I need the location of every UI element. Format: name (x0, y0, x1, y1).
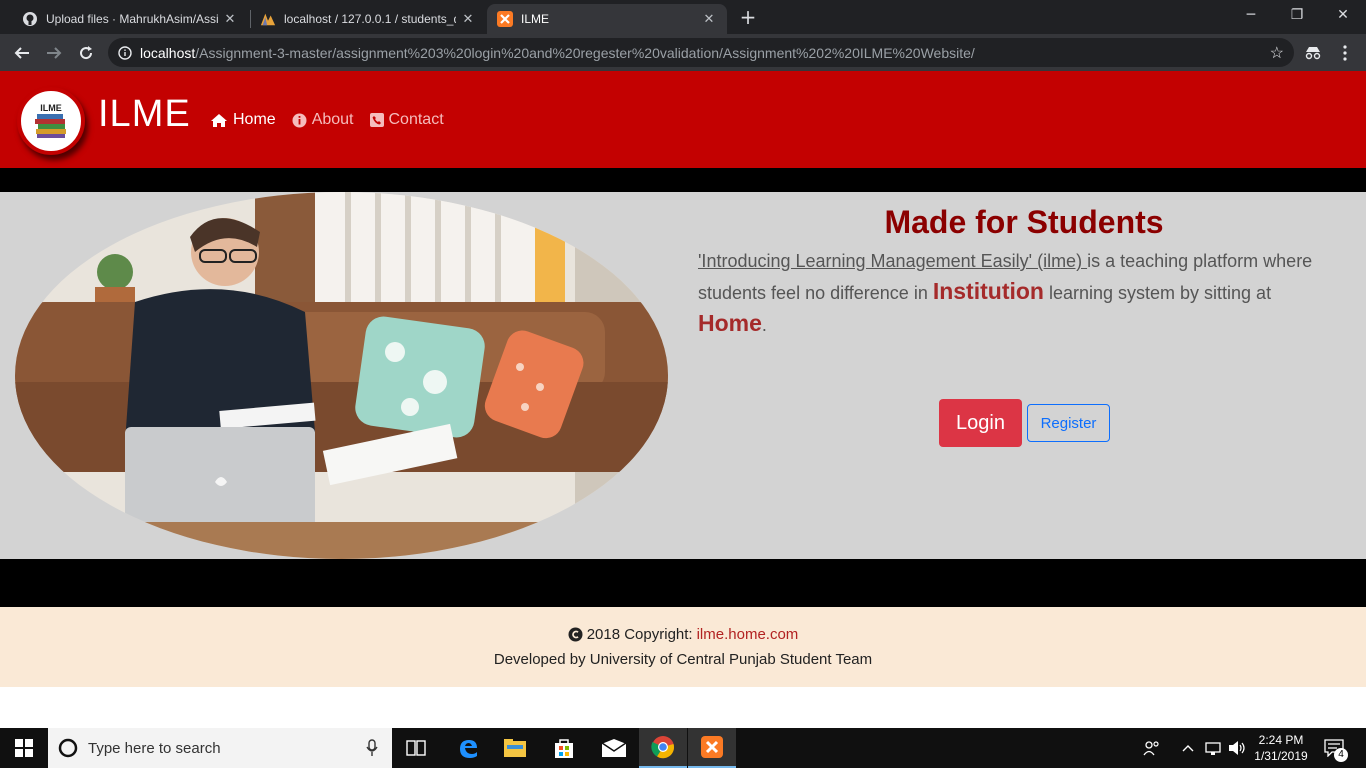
copyright-link[interactable]: ilme.home.com (697, 626, 799, 643)
site-header: ILME ILME Home About Contact (0, 71, 1366, 168)
info-icon[interactable] (118, 45, 132, 60)
menu-dots-icon[interactable] (1331, 39, 1359, 67)
tab-upload-files[interactable]: Upload files · MahrukhAsim/Assig ✕ (12, 4, 248, 34)
bookmark-star-icon[interactable]: ☆ (1270, 43, 1284, 63)
books-icon (35, 114, 66, 138)
xampp-icon (497, 11, 513, 27)
cortana-icon (58, 738, 78, 758)
notification-count: 4 (1334, 748, 1348, 762)
back-button[interactable] (8, 39, 36, 67)
hero-text-part2: learning system by sitting at (1043, 283, 1272, 303)
xampp-taskbar-icon[interactable] (688, 728, 736, 768)
main-nav: Home About Contact (210, 111, 444, 129)
hero-description: 'Introducing Learning Management Easily'… (698, 246, 1338, 340)
reload-button[interactable] (72, 39, 100, 67)
close-tab-icon[interactable]: ✕ (460, 11, 476, 27)
tab-ilme[interactable]: ILME ✕ (487, 4, 727, 34)
clock-date: 1/31/2019 (1254, 749, 1308, 763)
arrow-right-icon (47, 47, 62, 59)
taskbar-search[interactable]: Type here to search (48, 728, 392, 768)
hero-emphasis-institution: Institution (932, 278, 1044, 304)
browser-toolbar: localhost/Assignment-3-master/assignment… (0, 34, 1366, 71)
browser-tabstrip: Upload files · MahrukhAsim/Assig ✕ local… (0, 0, 1366, 34)
hero-emphasis-home: Home (698, 310, 762, 336)
phone-icon (369, 113, 384, 127)
tab-title: ILME (521, 12, 550, 26)
register-button[interactable]: Register (1027, 404, 1110, 442)
url-host: localhost (140, 44, 196, 61)
microphone-icon (366, 739, 378, 756)
copyright-text: 2018 Copyright: (586, 626, 693, 643)
close-tab-icon[interactable]: ✕ (222, 11, 238, 27)
ilme-link[interactable]: 'Introducing Learning Management Easily'… (698, 251, 1087, 271)
hero-text-end: . (761, 315, 767, 335)
start-button[interactable] (0, 728, 48, 768)
nav-contact-label: Contact (388, 111, 444, 128)
url-path: /Assignment-3-master/assignment%203%20lo… (195, 44, 975, 61)
minimize-button[interactable]: ─ (1228, 0, 1274, 30)
chevron-up-icon[interactable] (1182, 728, 1194, 768)
volume-icon[interactable] (1228, 728, 1246, 768)
incognito-icon[interactable] (1299, 39, 1327, 67)
system-clock[interactable]: 2:24 PM 1/31/2019 (1252, 732, 1310, 764)
chrome-icon[interactable] (639, 728, 687, 768)
site-brand[interactable]: ILME (98, 93, 191, 136)
close-tab-icon[interactable]: ✕ (701, 11, 717, 27)
notification-center-icon[interactable]: 4 (1324, 728, 1348, 768)
network-icon[interactable] (1204, 728, 1222, 768)
phpmyadmin-icon (260, 11, 276, 27)
login-button[interactable]: Login (939, 399, 1022, 447)
site-logo[interactable]: ILME (17, 87, 85, 155)
search-placeholder: Type here to search (88, 739, 221, 757)
footer-credit: Developed by University of Central Punja… (493, 651, 873, 668)
nav-about[interactable]: About (292, 111, 354, 129)
new-tab-button[interactable]: + (737, 6, 759, 28)
tab-phpmyadmin[interactable]: localhost / 127.0.0.1 / students_d ✕ (250, 4, 486, 34)
copyright-icon (568, 627, 583, 642)
home-icon (211, 113, 227, 127)
address-bar[interactable]: localhost/Assignment-3-master/assignment… (108, 38, 1294, 67)
nav-home-label: Home (233, 111, 276, 128)
nav-about-label: About (311, 111, 354, 128)
hero-section: Made for Students 'Introducing Learning … (0, 192, 1366, 559)
file-explorer-icon[interactable] (491, 728, 539, 768)
restore-button[interactable]: ❐ (1274, 0, 1320, 30)
store-icon[interactable] (540, 728, 588, 768)
hero-title: Made for Students (884, 204, 1164, 240)
black-band-top (0, 168, 1366, 192)
mail-icon[interactable] (590, 728, 638, 768)
people-icon[interactable] (1143, 728, 1161, 768)
clock-time: 2:24 PM (1258, 733, 1304, 747)
task-view-icon[interactable] (392, 728, 440, 768)
black-band-bottom (0, 559, 1366, 607)
arrow-left-icon (14, 47, 29, 59)
windows-taskbar: Type here to search 2:24 PM 1/31/2019 4 (0, 728, 1366, 768)
github-icon (22, 11, 38, 27)
logo-text: ILME (40, 103, 62, 113)
tab-title: localhost / 127.0.0.1 / students_d (284, 12, 456, 26)
footer-copyright: 2018 Copyright: ilme.home.com (0, 626, 1366, 643)
forward-button[interactable] (40, 39, 68, 67)
edge-icon[interactable] (444, 728, 492, 768)
windows-icon (15, 739, 33, 757)
tab-title: Upload files · MahrukhAsim/Assig (46, 12, 218, 26)
nav-contact[interactable]: Contact (369, 111, 444, 129)
student-photo (15, 192, 668, 559)
reload-icon (80, 46, 93, 60)
site-footer: 2018 Copyright: ilme.home.com Developed … (0, 607, 1366, 687)
close-window-button[interactable]: ✕ (1320, 0, 1366, 30)
nav-home[interactable]: Home (210, 111, 276, 129)
info-icon (292, 113, 307, 127)
